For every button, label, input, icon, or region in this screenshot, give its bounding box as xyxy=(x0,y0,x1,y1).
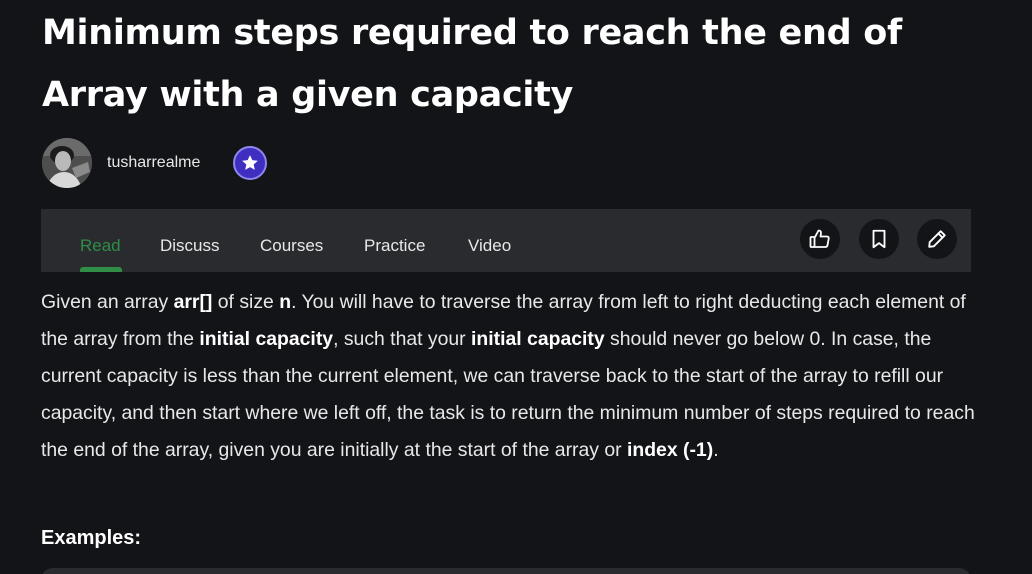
avatar[interactable] xyxy=(42,138,92,188)
tab-video[interactable]: Video xyxy=(468,236,511,256)
bookmark-button[interactable] xyxy=(859,219,899,259)
avatar-image xyxy=(42,138,92,188)
tab-discuss[interactable]: Discuss xyxy=(160,236,220,256)
examples-heading: Examples: xyxy=(41,527,142,549)
article-title: Minimum steps required to reach the end … xyxy=(42,13,902,115)
like-button[interactable] xyxy=(800,219,840,259)
tab-practice[interactable]: Practice xyxy=(364,236,425,256)
star-icon xyxy=(242,155,259,170)
example-code-block xyxy=(41,568,971,574)
active-tab-indicator xyxy=(80,267,122,272)
pencil-icon xyxy=(928,230,946,248)
article-body: Given an array arr[] of size n. You will… xyxy=(41,291,975,461)
thumbs-up-icon xyxy=(809,229,830,248)
edit-button[interactable] xyxy=(917,219,957,259)
tab-read[interactable]: Read xyxy=(80,236,121,256)
author-row: tusharrealme xyxy=(42,137,268,189)
article-navbar: Read Discuss Courses Practice Video xyxy=(41,209,971,272)
author-name[interactable]: tusharrealme xyxy=(107,154,200,172)
bookmark-icon xyxy=(872,229,886,249)
star-badge-icon[interactable] xyxy=(233,146,268,180)
tab-courses[interactable]: Courses xyxy=(260,236,323,256)
